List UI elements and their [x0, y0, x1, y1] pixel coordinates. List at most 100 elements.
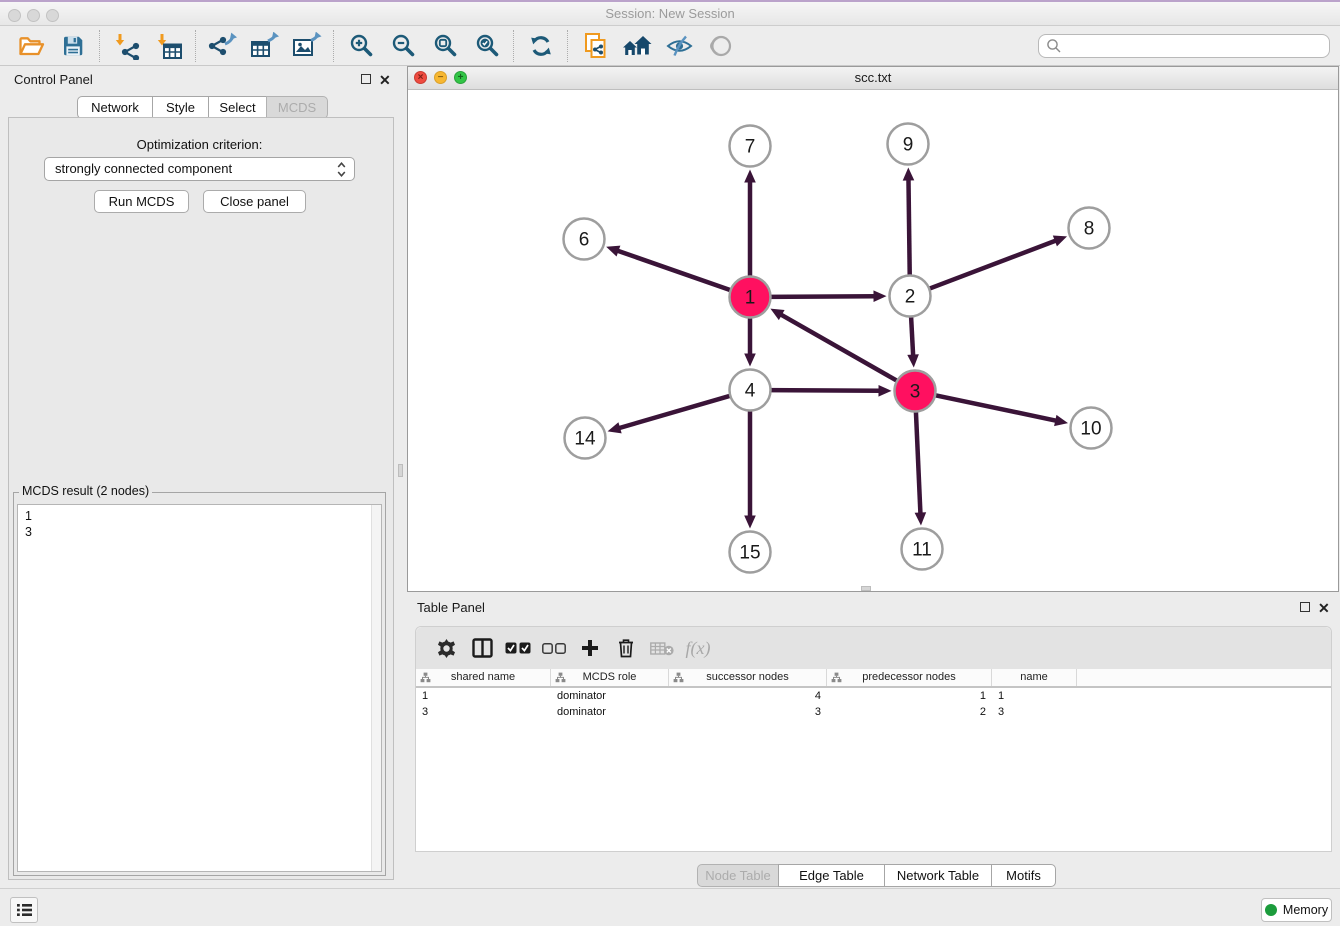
show-all-button[interactable] [700, 28, 742, 64]
export-network-icon [208, 32, 238, 60]
memory-button[interactable]: Memory [1261, 898, 1332, 922]
graph-node-9[interactable]: 9 [888, 124, 929, 165]
deselect-all-button[interactable] [536, 630, 572, 666]
export-image-button[interactable] [286, 28, 328, 64]
table-panel-float-button[interactable] [1300, 602, 1310, 612]
graph-edge-2-3[interactable] [911, 314, 913, 356]
graph-node-4[interactable]: 4 [730, 370, 771, 411]
graph-node-3[interactable]: 3 [895, 371, 936, 412]
network-window-titlebar[interactable]: × − + scc.txt [408, 67, 1338, 90]
graph-node-15[interactable]: 15 [730, 532, 771, 573]
column-header-mcds-role[interactable]: MCDS role [551, 669, 669, 686]
graph-edge-2-9[interactable] [908, 178, 909, 277]
cell-name: 1 [992, 688, 1077, 704]
tab-mcds[interactable]: MCDS [266, 96, 328, 119]
hide-selected-button[interactable] [658, 28, 700, 64]
table-row[interactable]: 1dominator411 [416, 688, 1331, 704]
columns-icon [472, 638, 493, 658]
first-neighbors-button[interactable] [616, 28, 658, 64]
export-table-button[interactable] [244, 28, 286, 64]
zoom-selected-button[interactable] [466, 28, 508, 64]
save-session-button[interactable] [52, 28, 94, 64]
optimization-criterion-select[interactable]: strongly connected component [44, 157, 355, 181]
mcds-result-box: MCDS result (2 nodes) 13 [13, 492, 386, 876]
search-icon [1046, 38, 1062, 54]
mcds-result-list: 13 [18, 505, 381, 543]
zoom-in-button[interactable] [340, 28, 382, 64]
export-table-icon [250, 32, 280, 60]
run-mcds-button[interactable]: Run MCDS [94, 190, 189, 213]
zoom-fit-button[interactable] [424, 28, 466, 64]
graph-node-1[interactable]: 1 [730, 277, 771, 318]
tab-network[interactable]: Network [77, 96, 153, 119]
export-network-button[interactable] [202, 28, 244, 64]
table-settings-button[interactable] [428, 630, 464, 666]
clone-network-button[interactable] [574, 28, 616, 64]
delete-column-button[interactable] [608, 630, 644, 666]
table-panel-tabs: Node TableEdge TableNetwork TableMotifs [697, 864, 1056, 887]
tab-select[interactable]: Select [208, 96, 267, 119]
tab-motifs[interactable]: Motifs [991, 864, 1056, 887]
import-table-button[interactable] [148, 28, 190, 64]
graph-edge-arrowhead [606, 246, 620, 257]
cell-name: 3 [992, 704, 1077, 720]
graph-node-7[interactable]: 7 [730, 126, 771, 167]
tab-edge-table[interactable]: Edge Table [778, 864, 885, 887]
column-header-shared-name[interactable]: shared name [416, 669, 551, 686]
select-all-button[interactable] [500, 630, 536, 666]
control-panel-close-button[interactable]: ✕ [379, 74, 391, 86]
control-panel-float-button[interactable] [361, 74, 371, 84]
tab-node-table[interactable]: Node Table [697, 864, 779, 887]
open-folder-icon [18, 34, 45, 58]
import-network-button[interactable] [106, 28, 148, 64]
show-column-panel-button[interactable] [464, 630, 500, 666]
graph-node-2[interactable]: 2 [890, 276, 931, 317]
vertical-splitter-handle[interactable] [398, 464, 403, 477]
table-panel-close-button[interactable]: ✕ [1318, 602, 1330, 614]
tab-network-table[interactable]: Network Table [884, 864, 992, 887]
graph-edge-3-1[interactable] [780, 314, 899, 382]
delete-table-button[interactable] [644, 630, 680, 666]
clone-network-icon [582, 32, 609, 60]
graph-node-11[interactable]: 11 [902, 529, 943, 570]
graph-edge-1-6[interactable] [617, 250, 733, 291]
open-session-button[interactable] [10, 28, 52, 64]
toolbar-separator [567, 30, 569, 62]
cell-mcds-role: dominator [551, 688, 669, 704]
create-column-button[interactable] [572, 630, 608, 666]
search-box [1038, 34, 1330, 58]
column-header-name[interactable]: name [992, 669, 1077, 686]
graph-svg[interactable]: 1 2 3 4 6 7 8 9 10 11 14 15 [408, 89, 1338, 592]
graph-node-10[interactable]: 10 [1071, 408, 1112, 449]
close-panel-button[interactable]: Close panel [203, 190, 306, 213]
tab-style[interactable]: Style [152, 96, 209, 119]
apply-layout-button[interactable] [520, 28, 562, 64]
graph-node-label: 11 [912, 540, 932, 561]
function-builder-button[interactable]: f(x) [680, 630, 716, 666]
graph-node-label: 3 [910, 382, 921, 403]
graph-node-8[interactable]: 8 [1069, 208, 1110, 249]
eye-disabled-icon [709, 34, 733, 58]
horizontal-splitter-handle[interactable] [861, 586, 871, 591]
mcds-result-area[interactable]: 13 [17, 504, 382, 872]
graph-edge-4-14[interactable] [618, 395, 732, 428]
graph-edge-1-2[interactable] [768, 296, 875, 297]
search-input[interactable] [1038, 34, 1330, 58]
graph-edge-2-8[interactable] [927, 240, 1056, 289]
column-header-predecessor-nodes[interactable]: predecessor nodes [827, 669, 992, 686]
table-row[interactable]: 3dominator323 [416, 704, 1331, 720]
graph-node-label: 1 [745, 288, 756, 309]
graph-edge-3-11[interactable] [916, 409, 921, 514]
result-scrollbar[interactable] [371, 505, 381, 871]
graph-edge-3-10[interactable] [933, 395, 1057, 421]
graph-node-14[interactable]: 14 [565, 418, 606, 459]
select-chevrons-icon [337, 161, 346, 178]
graph-node-6[interactable]: 6 [564, 219, 605, 260]
zoom-in-icon [349, 33, 374, 58]
column-header-successor-nodes[interactable]: successor nodes [669, 669, 827, 686]
zoom-out-button[interactable] [382, 28, 424, 64]
show-task-history-button[interactable] [10, 897, 38, 923]
cell-successor-nodes: 4 [669, 688, 827, 704]
hierarchy-icon [420, 672, 431, 683]
graph-edge-4-3[interactable] [768, 390, 880, 391]
